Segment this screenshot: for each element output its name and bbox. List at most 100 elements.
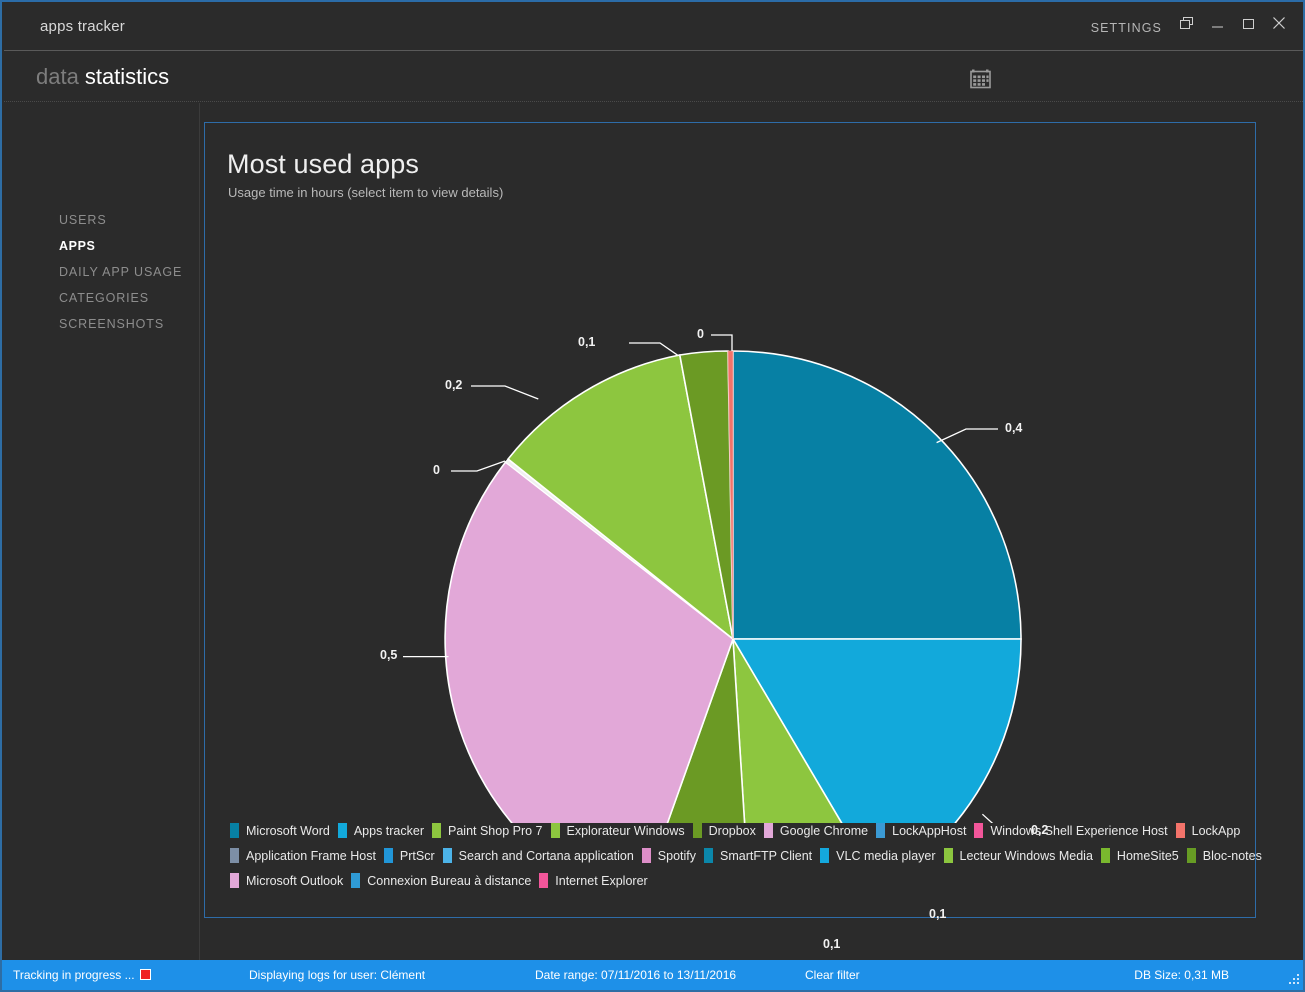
- legend-item-apps-tracker[interactable]: Apps tracker: [337, 823, 424, 838]
- legend-swatch: [230, 873, 239, 888]
- chart-legend: Microsoft Word Apps tracker Paint Shop P…: [225, 818, 1262, 893]
- legend-label: VLC media player: [836, 848, 936, 863]
- legend-swatch: [230, 823, 239, 838]
- legend-label: Spotify: [657, 848, 696, 863]
- legend-label: Bloc-notes: [1202, 848, 1262, 863]
- legend-swatch: [432, 823, 441, 838]
- pie-label-dropbox: 0,5: [380, 648, 398, 662]
- legend-row: Microsoft Word Apps tracker Paint Shop P…: [225, 818, 1240, 843]
- legend-item-vlc-media-player[interactable]: VLC media player: [820, 848, 936, 863]
- sidebar-item-users[interactable]: USERS: [4, 207, 199, 233]
- leader-line-0-top: [711, 334, 733, 351]
- sub-header: data statistics: [4, 50, 1303, 102]
- legend-label: SmartFTP Client: [720, 848, 813, 863]
- legend-label: Microsoft Word: [246, 823, 330, 838]
- legend-item-microsoft-outlook[interactable]: Microsoft Outlook: [230, 873, 343, 888]
- legend-label: Lecteur Windows Media: [959, 848, 1093, 863]
- legend-swatch: [1175, 823, 1185, 838]
- pie-slice-microsoft-word[interactable]: [732, 350, 1022, 640]
- leader-line-0-4: [936, 428, 998, 444]
- legend-label: Dropbox: [708, 823, 756, 838]
- sidebar-item-daily-app-usage[interactable]: DAILY APP USAGE: [4, 259, 199, 285]
- legend-label: Connexion Bureau à distance: [367, 873, 532, 888]
- legend-swatch: [692, 823, 702, 838]
- pie-label-paint-shop-pro-7: 0,1: [929, 907, 947, 921]
- legend-item-lockapp[interactable]: LockApp: [1175, 823, 1241, 838]
- legend-item-application-frame-host[interactable]: Application Frame Host: [230, 848, 376, 863]
- pie-label-lockapphost: 0,2: [445, 378, 463, 392]
- leader-line-0-2-upper-left: [471, 385, 539, 400]
- settings-button[interactable]: SETTINGS: [1091, 21, 1162, 35]
- legend-swatch: [539, 873, 549, 888]
- window-controls: [1176, 13, 1289, 33]
- legend-label: Search and Cortana application: [458, 848, 634, 863]
- breadcrumb-parent[interactable]: data: [36, 64, 79, 89]
- status-tracking-label: Tracking in progress ...: [13, 968, 135, 982]
- sidebar-item-categories[interactable]: CATEGORIES: [4, 285, 199, 311]
- legend-item-internet-explorer[interactable]: Internet Explorer: [539, 873, 648, 888]
- legend-label: HomeSite5: [1116, 848, 1179, 863]
- legend-label: Paint Shop Pro 7: [448, 823, 543, 838]
- legend-item-spotify[interactable]: Spotify: [641, 848, 696, 863]
- legend-row: Application Frame Host PrtScr Search and…: [225, 843, 1262, 868]
- maximize-icon[interactable]: [1238, 13, 1258, 33]
- pie-chart-svg[interactable]: [205, 203, 1257, 823]
- legend-swatch: [351, 873, 361, 888]
- legend-item-dropbox[interactable]: Dropbox: [692, 823, 756, 838]
- legend-item-lockapphost[interactable]: LockAppHost: [876, 823, 966, 838]
- legend-item-lecteur-windows-media[interactable]: Lecteur Windows Media: [943, 848, 1093, 863]
- breadcrumb-current: statistics: [84, 64, 170, 89]
- sidebar-item-apps[interactable]: APPS: [4, 233, 199, 259]
- pie-label-google-chrome: 0: [433, 463, 440, 477]
- legend-label: LockApp: [1191, 823, 1241, 838]
- app-window: apps tracker SETTINGS data statistics US…: [0, 0, 1305, 992]
- legend-item-microsoft-word[interactable]: Microsoft Word: [230, 823, 330, 838]
- status-bar: Tracking in progress ... Displaying logs…: [2, 960, 1303, 990]
- legend-item-homesite5[interactable]: HomeSite5: [1100, 848, 1179, 863]
- pie-label-explorateur-windows: 0,1: [823, 937, 841, 951]
- legend-swatch: [442, 848, 452, 863]
- pie-chart[interactable]: 0,4 0,2 0,1 0,1 0,5 0 0,2 0,1 0: [205, 203, 1257, 951]
- legend-swatch: [1186, 848, 1196, 863]
- close-icon[interactable]: [1269, 13, 1289, 33]
- chart-card: Most used apps Usage time in hours (sele…: [204, 122, 1262, 951]
- legend-label: Apps tracker: [353, 823, 424, 838]
- legend-label: LockAppHost: [892, 823, 967, 838]
- legend-swatch: [383, 848, 393, 863]
- minimize-icon[interactable]: [1207, 13, 1227, 33]
- legend-item-smartftp-client[interactable]: SmartFTP Client: [704, 848, 812, 863]
- breadcrumb: data statistics: [36, 64, 169, 90]
- legend-swatch: [820, 848, 830, 863]
- pie-label-microsoft-word: 0,4: [1005, 421, 1023, 435]
- status-date-range: Date range: 07/11/2016 to 13/11/2016: [535, 968, 737, 982]
- legend-swatch: [550, 823, 560, 838]
- restore-down-icon[interactable]: [1176, 13, 1196, 33]
- legend-row: Microsoft Outlook Connexion Bureau à dis…: [225, 868, 1237, 893]
- legend-swatch: [230, 848, 239, 863]
- legend-item-explorateur-windows[interactable]: Explorateur Windows: [550, 823, 685, 838]
- sidebar-item-screenshots[interactable]: SCREENSHOTS: [4, 311, 199, 337]
- calendar-icon[interactable]: [967, 64, 995, 92]
- legend-item-google-chrome[interactable]: Google Chrome: [763, 823, 869, 838]
- resize-grip-icon[interactable]: [1287, 972, 1301, 986]
- legend-label: Google Chrome: [779, 823, 869, 838]
- legend-item-bloc-notes[interactable]: Bloc-notes: [1186, 848, 1262, 863]
- clear-filter-button[interactable]: Clear filter: [805, 968, 860, 982]
- legend-swatch: [974, 823, 984, 838]
- legend-item-prtscr[interactable]: PrtScr: [383, 848, 435, 863]
- legend-swatch: [763, 823, 773, 838]
- recording-indicator-icon[interactable]: [139, 969, 151, 980]
- page-title: Most used apps: [227, 149, 420, 179]
- sidebar: USERS APPS DAILY APP USAGE CATEGORIES SC…: [4, 103, 200, 961]
- legend-item-search-and-cortana-application[interactable]: Search and Cortana application: [442, 848, 634, 863]
- status-tracking: Tracking in progress ...: [13, 968, 151, 982]
- legend-item-windows-shell-experience-host[interactable]: Windows Shell Experience Host: [974, 823, 1168, 838]
- legend-item-connexion-bureau-a-distance[interactable]: Connexion Bureau à distance: [351, 873, 531, 888]
- legend-swatch: [943, 848, 953, 863]
- legend-label: Explorateur Windows: [566, 823, 685, 838]
- legend-item-paint-shop-pro-7[interactable]: Paint Shop Pro 7: [432, 823, 543, 838]
- legend-label: Application Frame Host: [246, 848, 376, 863]
- legend-swatch: [1100, 848, 1110, 863]
- legend-label: Microsoft Outlook: [246, 873, 344, 888]
- pie-label-lockapp: 0: [697, 327, 704, 341]
